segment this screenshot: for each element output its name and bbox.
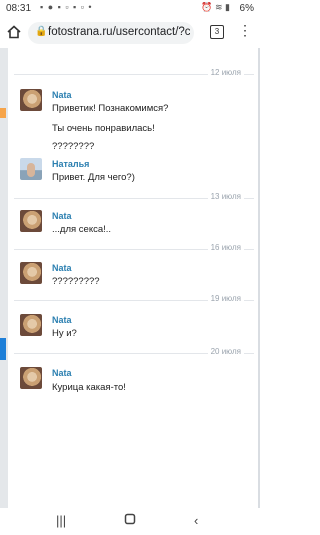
overflow-menu-icon[interactable]: ⋮ [238,22,252,39]
message-text: ...для секса!.. [52,224,112,235]
recent-apps-icon[interactable]: ||| [56,513,66,528]
notification-icons: ▪ ● ▪ ▫ ▪ ▫ • [40,2,93,12]
address-bar[interactable]: 🔒 fotostrana.ru/usercontact/?c [28,22,194,44]
date-separator: 16 июля [14,243,254,255]
date-label: 16 июля [207,243,244,252]
message-text: Курица какая-то! [52,382,126,393]
sender-name[interactable]: Nata [52,211,72,221]
sender-name[interactable]: Наталья [52,159,89,169]
sender-name[interactable]: Nata [52,90,72,100]
date-separator: 13 июля [14,192,254,204]
tab-count-button[interactable]: 3 [210,25,224,39]
sender-name[interactable]: Nata [52,263,72,273]
android-nav-bar: ||| ‹ [0,508,260,535]
avatar[interactable] [20,262,42,284]
message-text: Привет. Для чего?) [52,172,135,183]
date-separator: 12 июля [14,68,254,80]
lock-icon: 🔒 [35,26,48,37]
avatar[interactable] [20,89,42,111]
date-label: 19 июля [207,294,244,303]
date-label: 13 июля [207,192,244,201]
message-text: Ну и? [52,328,77,339]
avatar[interactable] [20,210,42,232]
date-separator: 19 июля [14,294,254,306]
date-separator: 20 июля [14,347,254,359]
url-text: fotostrana.ru/usercontact/?c [48,26,190,38]
chat-view: 12 июля Nata Приветик! Познакомимся? Ты … [0,48,260,508]
avatar[interactable] [20,158,42,180]
status-time: 08:31 [6,3,32,14]
signal-icons: ⏰ ≋ ▮ [201,2,230,12]
right-edge [258,48,260,508]
status-bar: 08:31 ▪ ● ▪ ▫ ▪ ▫ • ⏰ ≋ ▮ 6% [0,0,260,18]
date-label: 12 июля [207,68,244,77]
message-text: ???????? [52,141,95,152]
left-sidebar-edge [0,48,8,508]
browser-toolbar: 🔒 fotostrana.ru/usercontact/?c 3 ⋮ [0,18,260,48]
sender-name[interactable]: Nata [52,368,72,378]
home-icon[interactable] [6,24,22,40]
sender-name[interactable]: Nata [52,315,72,325]
back-icon[interactable]: ‹ [194,513,198,528]
message-text: Приветик! Познакомимся? [52,103,169,114]
avatar[interactable] [20,367,42,389]
home-button-icon[interactable] [124,513,136,528]
message-text: ????????? [52,276,100,287]
avatar[interactable] [20,314,42,336]
date-label: 20 июля [207,347,244,356]
message-text: Ты очень понравилась! [52,123,155,134]
battery-level: 6% [239,3,254,14]
